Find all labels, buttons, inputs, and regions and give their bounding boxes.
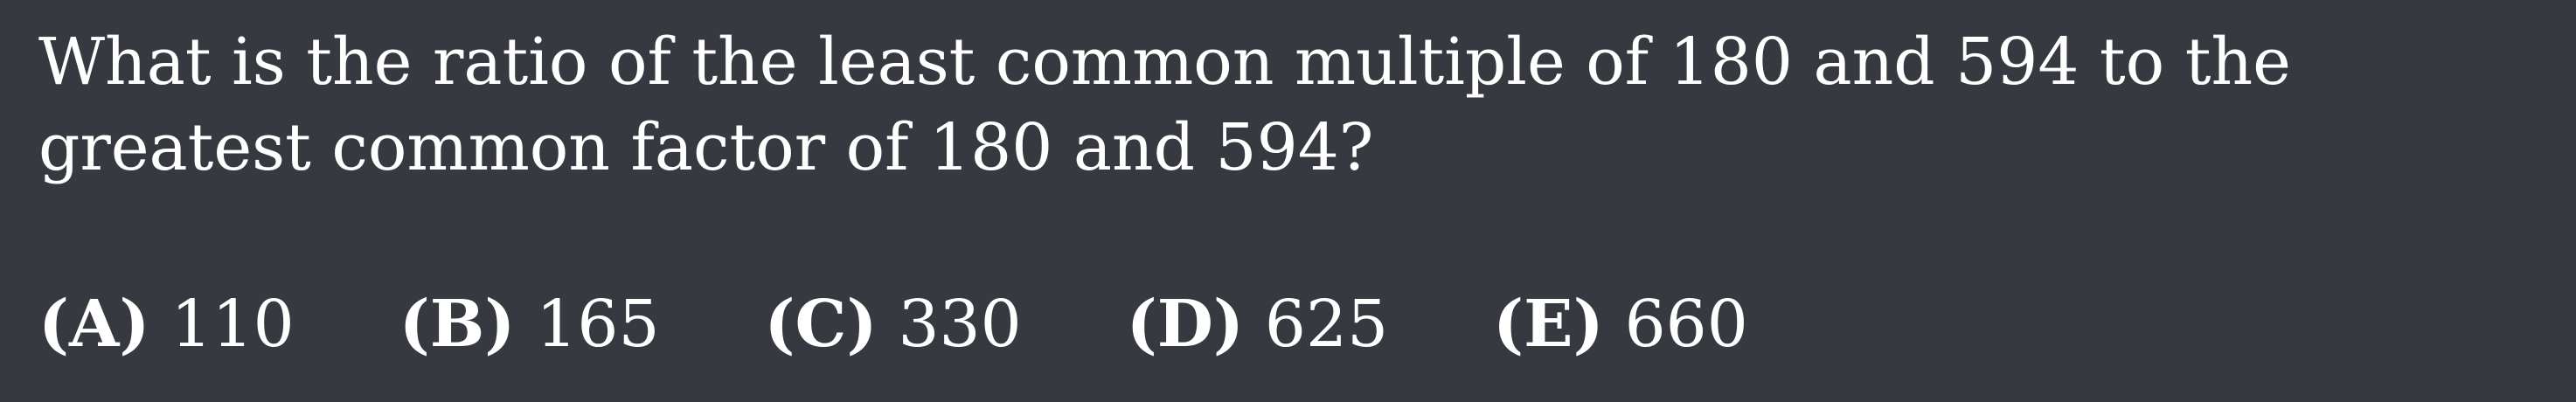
choice-b: (B) 165 <box>399 281 660 368</box>
choice-a-letter: (A) <box>38 287 150 362</box>
choice-b-value: 165 <box>536 287 660 362</box>
choice-d: (D) 625 <box>1127 281 1388 368</box>
answer-choices: (A) 110 (B) 165 (C) 330 (D) 625 (E) 660 <box>38 281 1748 368</box>
question-text: What is the ratio of the least common mu… <box>38 24 2291 185</box>
choice-c: (C) 330 <box>765 281 1022 368</box>
choice-c-letter: (C) <box>764 287 878 362</box>
choice-e-value: 660 <box>1624 287 1748 362</box>
choice-c-value: 330 <box>898 287 1022 362</box>
choice-b-letter: (B) <box>399 287 516 362</box>
choice-d-value: 625 <box>1264 287 1389 362</box>
choice-e-letter: (E) <box>1493 287 1604 362</box>
choice-a: (A) 110 <box>38 281 295 368</box>
choice-e: (E) 660 <box>1493 281 1748 368</box>
choice-a-value: 110 <box>170 287 295 362</box>
choice-d-letter: (D) <box>1126 287 1244 362</box>
